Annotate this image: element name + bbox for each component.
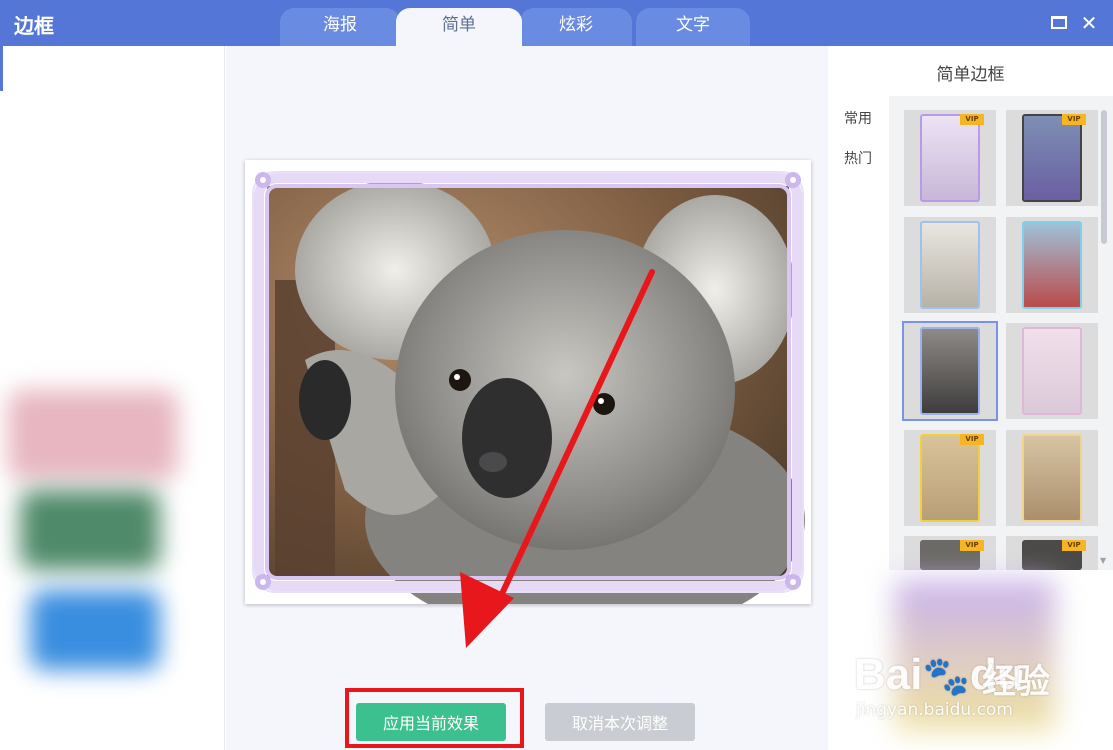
frame-thumbnail[interactable]: VIP	[1006, 536, 1098, 570]
grid-scrollbar[interactable]	[1101, 110, 1107, 244]
scroll-down-icon[interactable]: ▼	[1100, 556, 1106, 565]
panel-title: 简单边框	[936, 65, 1005, 85]
category-hot[interactable]: 热门	[844, 148, 872, 168]
frame-thumbnail[interactable]	[904, 217, 996, 313]
vip-badge: VIP	[960, 540, 984, 551]
vip-badge: VIP	[960, 114, 984, 125]
frame-thumbnail[interactable]	[1006, 217, 1098, 313]
frame-thumbnail[interactable]: VIP	[904, 536, 996, 570]
category-common[interactable]: 常用	[844, 108, 872, 128]
frame-thumbnail[interactable]: VIP	[904, 110, 996, 206]
watermark-url: jingyan.baidu.com	[856, 700, 1013, 720]
frame-thumbnail[interactable]: VIP	[904, 430, 996, 526]
cancel-button[interactable]: 取消本次调整	[545, 703, 695, 741]
annotation-highlight-box	[345, 688, 524, 748]
vip-badge: VIP	[1062, 114, 1086, 125]
frame-thumbnail[interactable]: VIP	[1006, 110, 1098, 206]
watermark-cn: 经验	[982, 662, 1050, 702]
frame-thumbnail[interactable]	[1006, 430, 1098, 526]
frame-thumbnail-selected[interactable]	[902, 321, 998, 421]
vip-badge: VIP	[960, 434, 984, 445]
frame-thumbnail[interactable]	[1006, 323, 1098, 419]
vip-badge: VIP	[1062, 540, 1086, 551]
